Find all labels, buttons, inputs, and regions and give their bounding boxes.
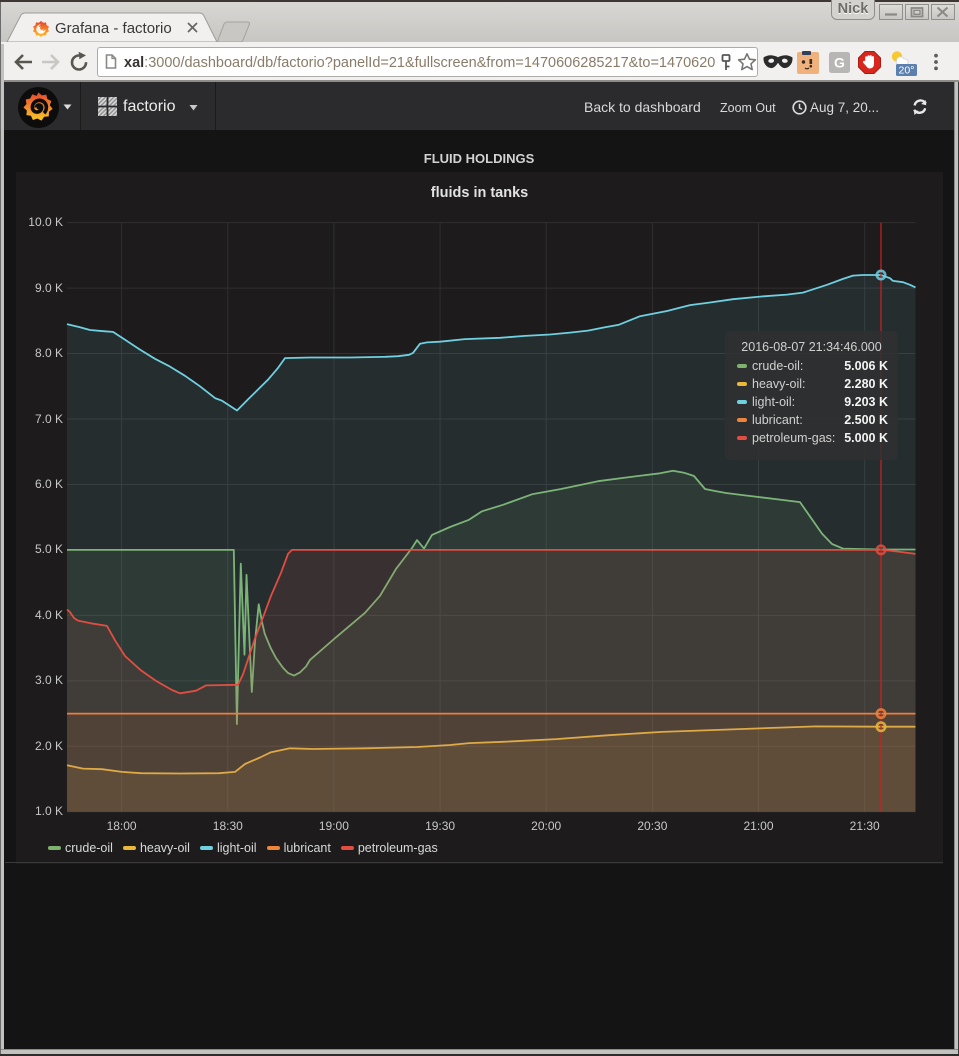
svg-text:20°: 20° <box>899 65 915 76</box>
svg-text:G: G <box>834 55 845 71</box>
